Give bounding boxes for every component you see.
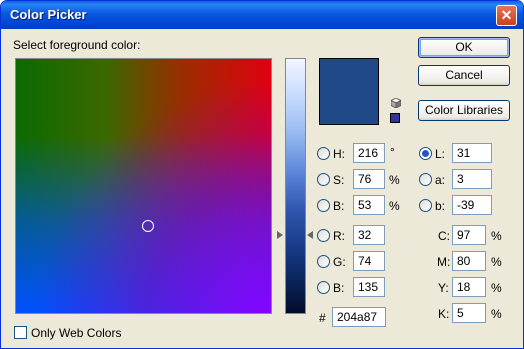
b-label: B:	[333, 199, 345, 213]
slider-handle-right[interactable]	[307, 231, 313, 239]
hex-field[interactable]: 204a87	[332, 307, 386, 327]
b-unit: %	[389, 199, 400, 213]
radio-b[interactable]	[317, 199, 330, 212]
color-field[interactable]	[15, 58, 272, 314]
window-title: Color Picker	[10, 7, 87, 22]
l-field[interactable]: 31	[452, 143, 492, 163]
cancel-button[interactable]: Cancel	[418, 65, 510, 86]
radio-lab-b[interactable]	[419, 199, 432, 212]
ok-button[interactable]: OK	[418, 37, 510, 58]
h-unit: °	[390, 145, 395, 159]
a-field[interactable]: 3	[452, 169, 492, 189]
c-field[interactable]: 97	[452, 225, 486, 245]
m-unit: %	[491, 255, 502, 269]
blue-field[interactable]: 135	[353, 277, 385, 297]
only-web-colors-checkbox[interactable]	[14, 326, 27, 339]
y-field[interactable]: 18	[452, 277, 486, 297]
h-field[interactable]: 216	[353, 143, 385, 163]
k-label: K:	[438, 307, 450, 321]
k-unit: %	[491, 307, 502, 321]
color-slider[interactable]	[285, 58, 306, 314]
m-field[interactable]: 80	[452, 251, 486, 271]
c-label: C:	[438, 229, 450, 243]
brightness-field[interactable]: 53	[353, 195, 385, 215]
g-field[interactable]: 74	[353, 251, 385, 271]
k-field[interactable]: 5	[452, 303, 486, 323]
title-bar[interactable]: Color Picker ✕	[1, 1, 523, 29]
s-label: S:	[333, 173, 345, 187]
color-picker-window: Color Picker ✕ Select foreground color: …	[0, 0, 524, 349]
r-label: R:	[333, 229, 345, 243]
color-field-overlay	[16, 59, 271, 313]
blue-label: B:	[333, 281, 345, 295]
web-safe-swatch-icon[interactable]	[390, 113, 400, 123]
color-libraries-button[interactable]: Color Libraries	[418, 100, 510, 121]
radio-r[interactable]	[317, 229, 330, 242]
l-label: L:	[435, 147, 446, 161]
lab-b-label: b:	[435, 199, 446, 213]
a-label: a:	[435, 173, 446, 187]
current-color-swatch	[319, 58, 379, 125]
only-web-colors-label: Only Web Colors	[31, 326, 122, 340]
radio-h[interactable]	[317, 147, 330, 160]
slider-handle-left[interactable]	[277, 231, 283, 239]
g-label: G:	[333, 255, 346, 269]
lab-b-field[interactable]: -39	[452, 195, 492, 215]
radio-s[interactable]	[317, 173, 330, 186]
close-icon: ✕	[500, 7, 513, 23]
y-unit: %	[491, 281, 502, 295]
r-field[interactable]: 32	[353, 225, 385, 245]
hex-label: #	[319, 311, 326, 325]
prompt-label: Select foreground color:	[13, 38, 141, 52]
gamut-warning-cube-icon[interactable]	[391, 98, 401, 108]
radio-a[interactable]	[419, 173, 432, 186]
close-button[interactable]: ✕	[496, 5, 517, 26]
y-label: Y:	[438, 281, 449, 295]
color-field-cursor[interactable]	[142, 220, 154, 232]
radio-g[interactable]	[317, 255, 330, 268]
radio-blue[interactable]	[317, 281, 330, 294]
s-unit: %	[389, 173, 400, 187]
h-label: H:	[333, 147, 345, 161]
radio-l[interactable]	[419, 147, 432, 160]
s-field[interactable]: 76	[353, 169, 385, 189]
m-label: M:	[437, 255, 451, 269]
c-unit: %	[491, 229, 502, 243]
